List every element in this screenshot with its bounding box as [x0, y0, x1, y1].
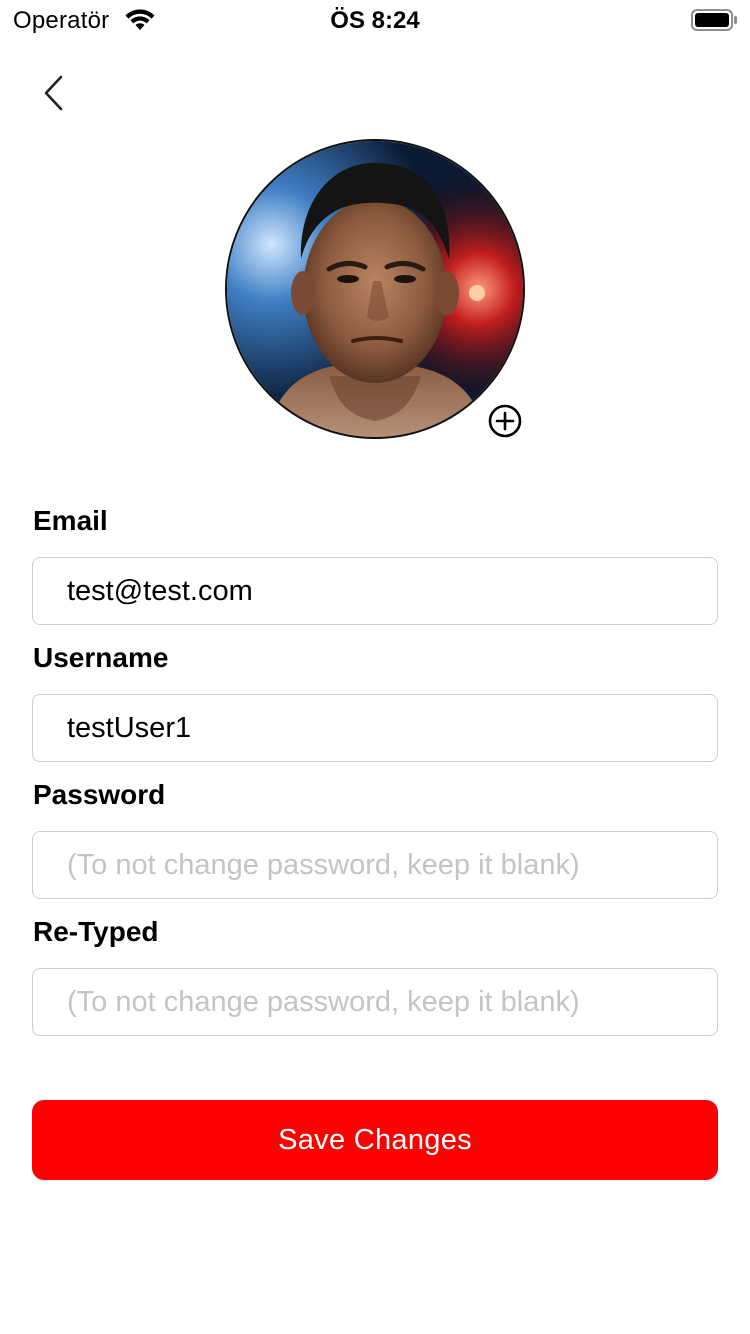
email-label: Email: [33, 505, 108, 536]
username-label: Username: [33, 642, 169, 673]
retyped-password-label: Re-Typed: [33, 916, 159, 947]
chevron-left-icon: [44, 75, 63, 111]
plus-circle-icon[interactable]: [488, 404, 522, 438]
avatar[interactable]: [225, 139, 525, 439]
save-changes-button[interactable]: Save Changes: [32, 1100, 718, 1180]
username-field[interactable]: [32, 694, 718, 762]
avatar-photo: [227, 141, 523, 437]
email-field[interactable]: [32, 557, 718, 625]
password-field[interactable]: [32, 831, 718, 899]
back-button[interactable]: [30, 70, 76, 116]
status-bar: Operatör ÖS 8:24: [0, 0, 750, 40]
battery-icon: [691, 9, 737, 31]
retyped-password-field[interactable]: [32, 968, 718, 1036]
password-label: Password: [33, 779, 166, 810]
status-time: ÖS 8:24: [330, 7, 420, 34]
profile-avatar-container: [225, 139, 525, 439]
